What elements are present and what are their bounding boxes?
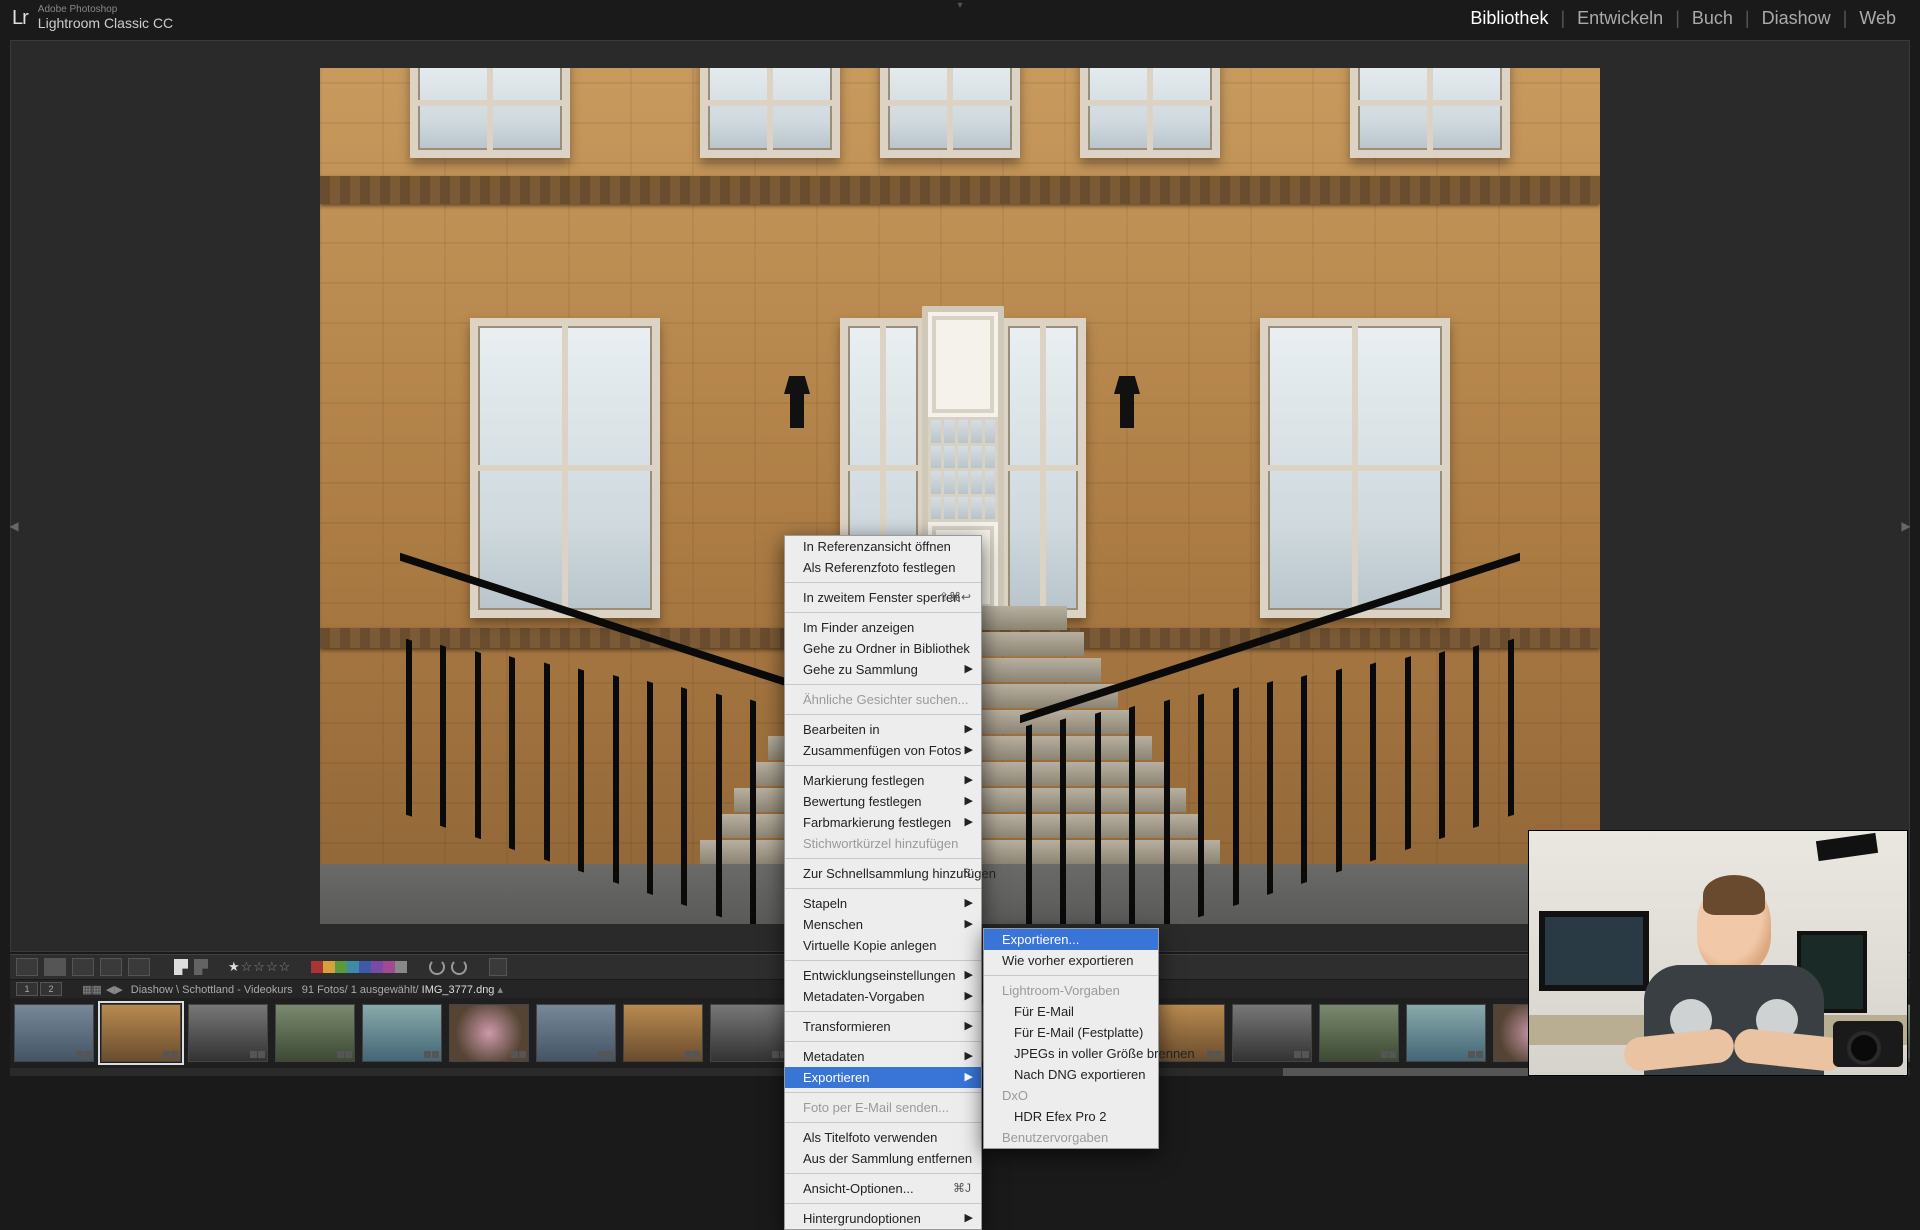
header-left: Lr Adobe Photoshop Lightroom Classic CC	[12, 5, 173, 31]
app-logo: Lr	[12, 7, 28, 30]
module-tab-diashow[interactable]: Diashow	[1750, 8, 1843, 29]
menu-item: DxO	[984, 1085, 1158, 1106]
menu-item[interactable]: Nach DNG exportieren	[984, 1064, 1158, 1085]
grid-view-button[interactable]	[16, 958, 38, 976]
menu-item: Stichwortkürzel hinzufügen	[785, 833, 981, 854]
breadcrumb-library[interactable]: Schottland - Videokurs	[182, 984, 292, 996]
menu-item[interactable]: Virtuelle Kopie anlegen	[785, 935, 981, 956]
menu-item[interactable]: Markierung festlegen▶	[785, 770, 981, 791]
flag-reject-icon[interactable]	[194, 959, 208, 975]
menu-item[interactable]: Ansicht-Optionen...⌘J	[785, 1178, 981, 1199]
menu-item[interactable]: Zur Schnellsammlung hinzufügenB	[785, 863, 981, 884]
menu-item[interactable]: In zweitem Fenster sperren⇧⌘↩	[785, 587, 981, 608]
rotate-ccw-icon[interactable]	[429, 959, 445, 975]
module-tab-entwickeln[interactable]: Entwickeln	[1565, 8, 1675, 29]
loupe-view-button[interactable]	[44, 958, 66, 976]
breadcrumb-count: 91 Fotos/ 1 ausgewählt/	[302, 984, 419, 996]
survey-view-button[interactable]	[100, 958, 122, 976]
secondary-display-1-button[interactable]: 1	[16, 982, 38, 996]
filmstrip-thumb[interactable]	[1406, 1004, 1486, 1062]
menu-item[interactable]: Als Referenzfoto festlegen	[785, 557, 981, 578]
menu-item[interactable]: Exportieren...	[984, 929, 1158, 950]
filmstrip-thumb[interactable]	[1232, 1004, 1312, 1062]
menu-item[interactable]: Transformieren▶	[785, 1016, 981, 1037]
menu-item[interactable]: JPEGs in voller Größe brennen	[984, 1043, 1158, 1064]
color-swatch[interactable]	[323, 961, 335, 973]
menu-item[interactable]: Exportieren▶	[785, 1067, 981, 1088]
color-swatch[interactable]	[347, 961, 359, 973]
filmstrip-thumb[interactable]	[623, 1004, 703, 1062]
color-swatch[interactable]	[371, 961, 383, 973]
menu-item[interactable]: In Referenzansicht öffnen	[785, 536, 981, 557]
menu-item[interactable]: Hintergrundoptionen▶	[785, 1208, 981, 1229]
filmstrip-thumb[interactable]	[14, 1004, 94, 1062]
export-submenu[interactable]: Exportieren...Wie vorher exportieren Ligh…	[983, 928, 1159, 1149]
menu-item[interactable]: Gehe zu Ordner in Bibliothek	[785, 638, 981, 659]
module-tab-bibliothek[interactable]: Bibliothek	[1458, 8, 1560, 29]
filmstrip-thumb[interactable]	[101, 1004, 181, 1062]
color-label-swatches[interactable]	[311, 961, 407, 973]
menu-item[interactable]: Wie vorher exportieren	[984, 950, 1158, 971]
filmstrip-thumb[interactable]	[536, 1004, 616, 1062]
menu-item[interactable]: Für E-Mail (Festplatte)	[984, 1022, 1158, 1043]
right-panel-expand-icon[interactable]: ▶	[1901, 496, 1911, 556]
menu-item: Ähnliche Gesichter suchen...	[785, 689, 981, 710]
menu-item[interactable]: Für E-Mail	[984, 1001, 1158, 1022]
panel-notch-top-icon[interactable]: ▾	[957, 0, 962, 11]
app-name-label: Lightroom Classic CC	[38, 15, 173, 31]
menu-item[interactable]: Bewertung festlegen▶	[785, 791, 981, 812]
breadcrumb-filename: IMG_3777.dng	[422, 984, 495, 996]
menu-item[interactable]: Metadaten▶	[785, 1046, 981, 1067]
breadcrumb-folder[interactable]: Diashow	[131, 984, 173, 996]
filmstrip-thumb[interactable]	[188, 1004, 268, 1062]
menu-item[interactable]: HDR Efex Pro 2	[984, 1106, 1158, 1127]
filmstrip-thumb[interactable]	[362, 1004, 442, 1062]
people-view-button[interactable]	[128, 958, 150, 976]
menu-item[interactable]: Bearbeiten in▶	[785, 719, 981, 740]
module-tab-web[interactable]: Web	[1847, 8, 1908, 29]
menu-item[interactable]: Farbmarkierung festlegen▶	[785, 812, 981, 833]
context-menu[interactable]: In Referenzansicht öffnenAls Referenzfot…	[784, 535, 982, 1230]
filmstrip-thumb[interactable]	[449, 1004, 529, 1062]
filmstrip-thumb[interactable]	[710, 1004, 790, 1062]
forward-arrow-icon[interactable]: ▶	[114, 983, 122, 996]
color-swatch[interactable]	[335, 961, 347, 973]
back-arrow-icon[interactable]: ◀	[106, 983, 114, 996]
color-swatch[interactable]	[359, 961, 371, 973]
filmstrip-thumb[interactable]	[1319, 1004, 1399, 1062]
secondary-display-2-button[interactable]: 2	[40, 982, 62, 996]
menu-item: Benutzervorgaben	[984, 1127, 1158, 1148]
color-swatch[interactable]	[311, 961, 323, 973]
webcam-overlay	[1528, 830, 1908, 1076]
menu-item[interactable]: Als Titelfoto verwenden	[785, 1127, 981, 1148]
color-swatch[interactable]	[383, 961, 395, 973]
menu-item: Foto per E-Mail senden...	[785, 1097, 981, 1118]
menu-item[interactable]: Menschen▶	[785, 914, 981, 935]
breadcrumb-dirty-marker: ▴	[498, 984, 504, 996]
app-suite-label: Adobe Photoshop	[38, 5, 173, 15]
star-rating[interactable]: ★☆☆☆☆	[228, 959, 291, 975]
menu-item[interactable]: Gehe zu Sammlung▶	[785, 659, 981, 680]
menu-item[interactable]: Entwicklungseinstellungen▶	[785, 965, 981, 986]
menu-item[interactable]: Stapeln▶	[785, 893, 981, 914]
menu-item[interactable]: Zusammenfügen von Fotos▶	[785, 740, 981, 761]
menu-item[interactable]: Aus der Sammlung entfernen	[785, 1148, 981, 1169]
filmstrip-thumb[interactable]	[275, 1004, 355, 1062]
menu-item[interactable]: Metadaten-Vorgaben▶	[785, 986, 981, 1007]
menu-item: Lightroom-Vorgaben	[984, 980, 1158, 1001]
left-panel-expand-icon[interactable]: ◀	[9, 496, 19, 556]
color-swatch[interactable]	[395, 961, 407, 973]
module-tab-buch[interactable]: Buch	[1680, 8, 1745, 29]
flag-pick-icon[interactable]	[174, 959, 188, 975]
rotate-cw-icon[interactable]	[451, 959, 467, 975]
grid-overlay-button[interactable]	[489, 958, 507, 976]
module-picker: Bibliothek | Entwickeln | Buch | Diashow…	[1458, 8, 1908, 29]
menu-item[interactable]: Im Finder anzeigen	[785, 617, 981, 638]
grid-icon[interactable]: ▦ ▦	[82, 983, 100, 996]
compare-view-button[interactable]	[72, 958, 94, 976]
